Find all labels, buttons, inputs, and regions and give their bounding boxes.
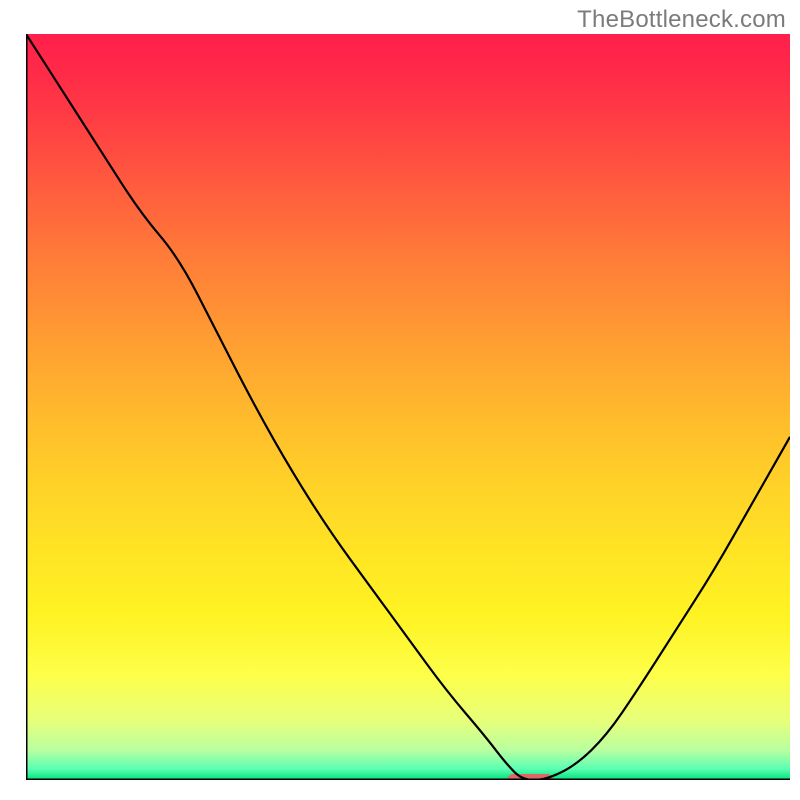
bottleneck-chart bbox=[0, 0, 800, 800]
watermark-text: TheBottleneck.com bbox=[577, 6, 786, 34]
chart-container: TheBottleneck.com bbox=[0, 0, 800, 800]
gradient-background bbox=[26, 34, 790, 780]
